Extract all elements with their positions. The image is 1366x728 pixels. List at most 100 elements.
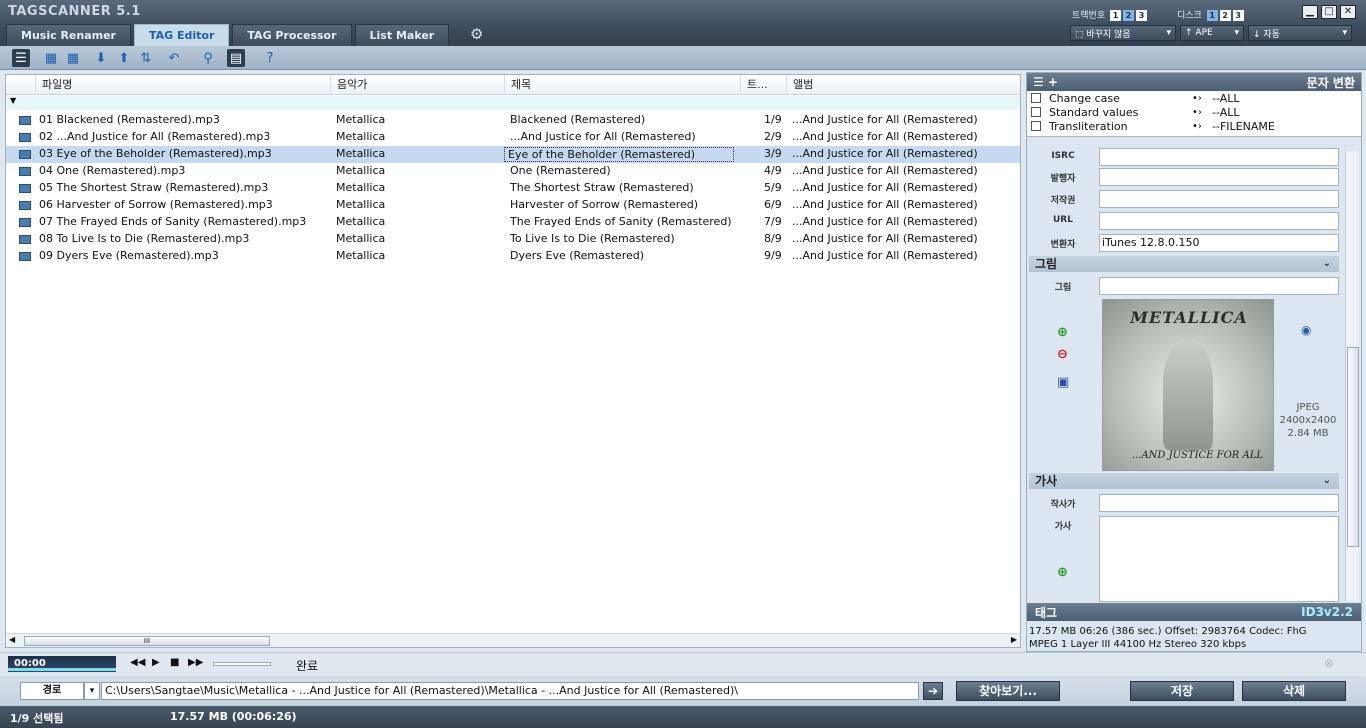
disc-num-2[interactable]: 2 xyxy=(1219,10,1231,21)
chevron-down-icon: ▾ xyxy=(1234,28,1239,38)
tab-list-maker[interactable]: List Maker xyxy=(354,24,450,46)
volume-slider[interactable] xyxy=(213,662,271,666)
table-row[interactable]: 09 Dyers Eve (Remastered).mp3 Metallica Dy… xyxy=(6,248,1020,265)
table-row[interactable]: 06 Harvester of Sorrow (Remastered).mp3 M… xyxy=(6,197,1020,214)
next-icon[interactable]: ▶▶ xyxy=(188,657,203,668)
horizontal-scrollbar[interactable]: ◀ III ▶ xyxy=(6,633,1020,647)
encoding-dropdown[interactable]: ⬚ 바꾸지 않음 ▾ xyxy=(1070,25,1176,41)
album-art-caption: ...AND JUSTICE FOR ALL xyxy=(1131,450,1263,461)
conversion-item[interactable]: Transliteration •› --FILENAME xyxy=(1027,119,1361,133)
move-down-icon[interactable]: ⬇ xyxy=(92,49,110,67)
table-row[interactable]: 07 The Frayed Ends of Sanity (Remastered… xyxy=(6,214,1020,231)
thumbnails-large-icon[interactable]: ▦ xyxy=(64,49,82,67)
conversion-item[interactable]: Standard values •› --ALL xyxy=(1027,105,1361,119)
list-add-icon[interactable]: ☰ + xyxy=(1033,75,1058,89)
header-title[interactable]: 제목 xyxy=(505,75,741,95)
playback-progress[interactable] xyxy=(8,668,116,671)
stop-icon[interactable]: ■ xyxy=(170,657,179,668)
header-track[interactable]: 트... xyxy=(741,75,787,95)
close-circle-icon[interactable]: ⊗ xyxy=(1324,656,1334,670)
disc-num-3[interactable]: 3 xyxy=(1232,10,1244,21)
tag-panel: ☰ + 문자 변환 Change case •› --ALL Standard val… xyxy=(1026,72,1362,652)
cell-title: To Live Is to Die (Remastered) xyxy=(510,232,675,245)
move-up-icon[interactable]: ⬆ xyxy=(115,49,133,67)
table-row[interactable]: 03 Eye of the Beholder (Remastered).mp3 M… xyxy=(6,146,1020,163)
header-icon-column xyxy=(6,75,36,95)
table-row[interactable]: 04 One (Remastered).mp3 Metallica One (Rem… xyxy=(6,163,1020,180)
status-bar: 1/9 선택됨 17.57 MB (00:06:26) xyxy=(0,706,1366,728)
encoded-by-input[interactable]: iTunes 12.8.0.150 xyxy=(1099,234,1339,252)
close-button[interactable]: ✕ xyxy=(1340,5,1356,19)
previous-icon[interactable]: ◀◀ xyxy=(130,657,145,668)
maximize-button[interactable]: □ xyxy=(1321,5,1337,19)
horizontal-scroll-thumb[interactable]: III xyxy=(24,636,270,646)
browse-button[interactable]: 찾아보기... xyxy=(956,681,1060,701)
header-artist[interactable]: 음악가 xyxy=(331,75,505,95)
arrow-right-icon: •› xyxy=(1192,106,1202,118)
path-input[interactable]: C:\Users\Sangtae\Music\Metallica - ...An… xyxy=(101,682,919,700)
vertical-scrollbar[interactable] xyxy=(1345,151,1359,601)
tab-tag-editor[interactable]: TAG Editor xyxy=(133,24,230,46)
tab-music-renamer[interactable]: Music Renamer xyxy=(6,24,131,46)
picture-section[interactable]: 그림 ⌄ xyxy=(1029,256,1339,272)
add-picture-icon[interactable]: ⊕ xyxy=(1057,325,1068,340)
save-button[interactable]: 저장 xyxy=(1130,681,1234,701)
playback-time: 00:00 xyxy=(8,656,116,672)
cell-artist: Metallica xyxy=(336,249,386,262)
conversion-checkbox[interactable] xyxy=(1031,121,1041,131)
path-mode-dropdown[interactable]: ▾ xyxy=(84,682,100,700)
table-row[interactable]: 05 The Shortest Straw (Remastered).mp3 Me… xyxy=(6,180,1020,197)
remove-picture-icon[interactable]: ⊖ xyxy=(1057,347,1068,362)
tag-type-dropdown[interactable]: ↑ APE ▾ xyxy=(1180,25,1244,41)
delete-button[interactable]: 삭제 xyxy=(1242,681,1346,701)
disc-num-1[interactable]: 1 xyxy=(1206,10,1218,21)
cell-album: ...And Justice for All (Remastered) xyxy=(792,130,978,143)
conversion-item[interactable]: Change case •› --ALL xyxy=(1027,91,1361,105)
sort-icon[interactable]: ⇅ xyxy=(137,49,155,67)
selection-count: 1/9 선택됨 xyxy=(10,712,64,725)
go-arrow-icon[interactable]: ➔ xyxy=(923,682,943,700)
table-row[interactable]: 01 Blackened (Remastered).mp3 Metallica Bl… xyxy=(6,112,1020,129)
isrc-input[interactable] xyxy=(1099,148,1339,166)
thumbnails-small-icon[interactable]: ▦ xyxy=(42,49,60,67)
track-num-3[interactable]: 3 xyxy=(1136,10,1147,21)
conversion-list: Change case •› --ALL Standard values •› --AL… xyxy=(1027,91,1361,137)
group-expand-icon[interactable]: ▼ xyxy=(6,96,1020,110)
track-num-1[interactable]: 1 xyxy=(1110,10,1121,21)
conversion-checkbox[interactable] xyxy=(1031,93,1041,103)
cell-artist: Metallica xyxy=(336,215,386,228)
picture-input[interactable] xyxy=(1099,277,1339,295)
list-view-icon[interactable]: ☰ xyxy=(12,49,30,67)
field-publisher: 발행자 xyxy=(1031,168,1339,186)
eye-view-icon[interactable]: ◉ xyxy=(1301,323,1311,337)
scroll-right-icon[interactable]: ▶ xyxy=(1011,635,1017,644)
table-row[interactable]: 02 ...And Justice for All (Remastered).m… xyxy=(6,129,1020,146)
image-view-icon[interactable]: ▤ xyxy=(227,49,245,67)
save-picture-icon[interactable]: ▣ xyxy=(1057,375,1069,390)
vertical-scroll-thumb[interactable] xyxy=(1347,347,1359,547)
cell-title: ...And Justice for All (Remastered) xyxy=(510,130,696,143)
header-album[interactable]: 앨범 xyxy=(787,75,1020,95)
conversion-checkbox[interactable] xyxy=(1031,107,1041,117)
tab-tag-processor[interactable]: TAG Processor xyxy=(232,24,352,46)
scroll-left-icon[interactable]: ◀ xyxy=(9,635,15,644)
help-icon[interactable]: ? xyxy=(261,49,279,67)
url-input[interactable] xyxy=(1099,212,1339,230)
path-mode-label[interactable]: 경로 xyxy=(20,682,84,700)
settings-gear-icon[interactable]: ⚙ xyxy=(470,25,483,43)
undo-icon[interactable]: ↶ xyxy=(165,49,183,67)
auto-dropdown[interactable]: ↓ 자동 ▾ xyxy=(1248,25,1352,41)
disc-label: 디스크 xyxy=(1177,11,1202,21)
lyricist-input[interactable] xyxy=(1099,494,1339,512)
publisher-input[interactable] xyxy=(1099,168,1339,186)
copyright-input[interactable] xyxy=(1099,190,1339,208)
table-row[interactable]: 08 To Live Is to Die (Remastered).mp3 Met… xyxy=(6,231,1020,248)
header-filename[interactable]: 파일명 xyxy=(36,75,331,95)
add-lyrics-icon[interactable]: ⊕ xyxy=(1057,565,1068,580)
lyrics-section[interactable]: 가사 ⌄ xyxy=(1029,473,1339,489)
lyrics-textarea[interactable] xyxy=(1099,516,1339,602)
minimize-button[interactable]: ▁ xyxy=(1302,5,1318,19)
track-num-2[interactable]: 2 xyxy=(1123,10,1134,21)
search-icon[interactable]: ⚲ xyxy=(199,49,217,67)
play-icon[interactable]: ▶ xyxy=(152,657,160,668)
